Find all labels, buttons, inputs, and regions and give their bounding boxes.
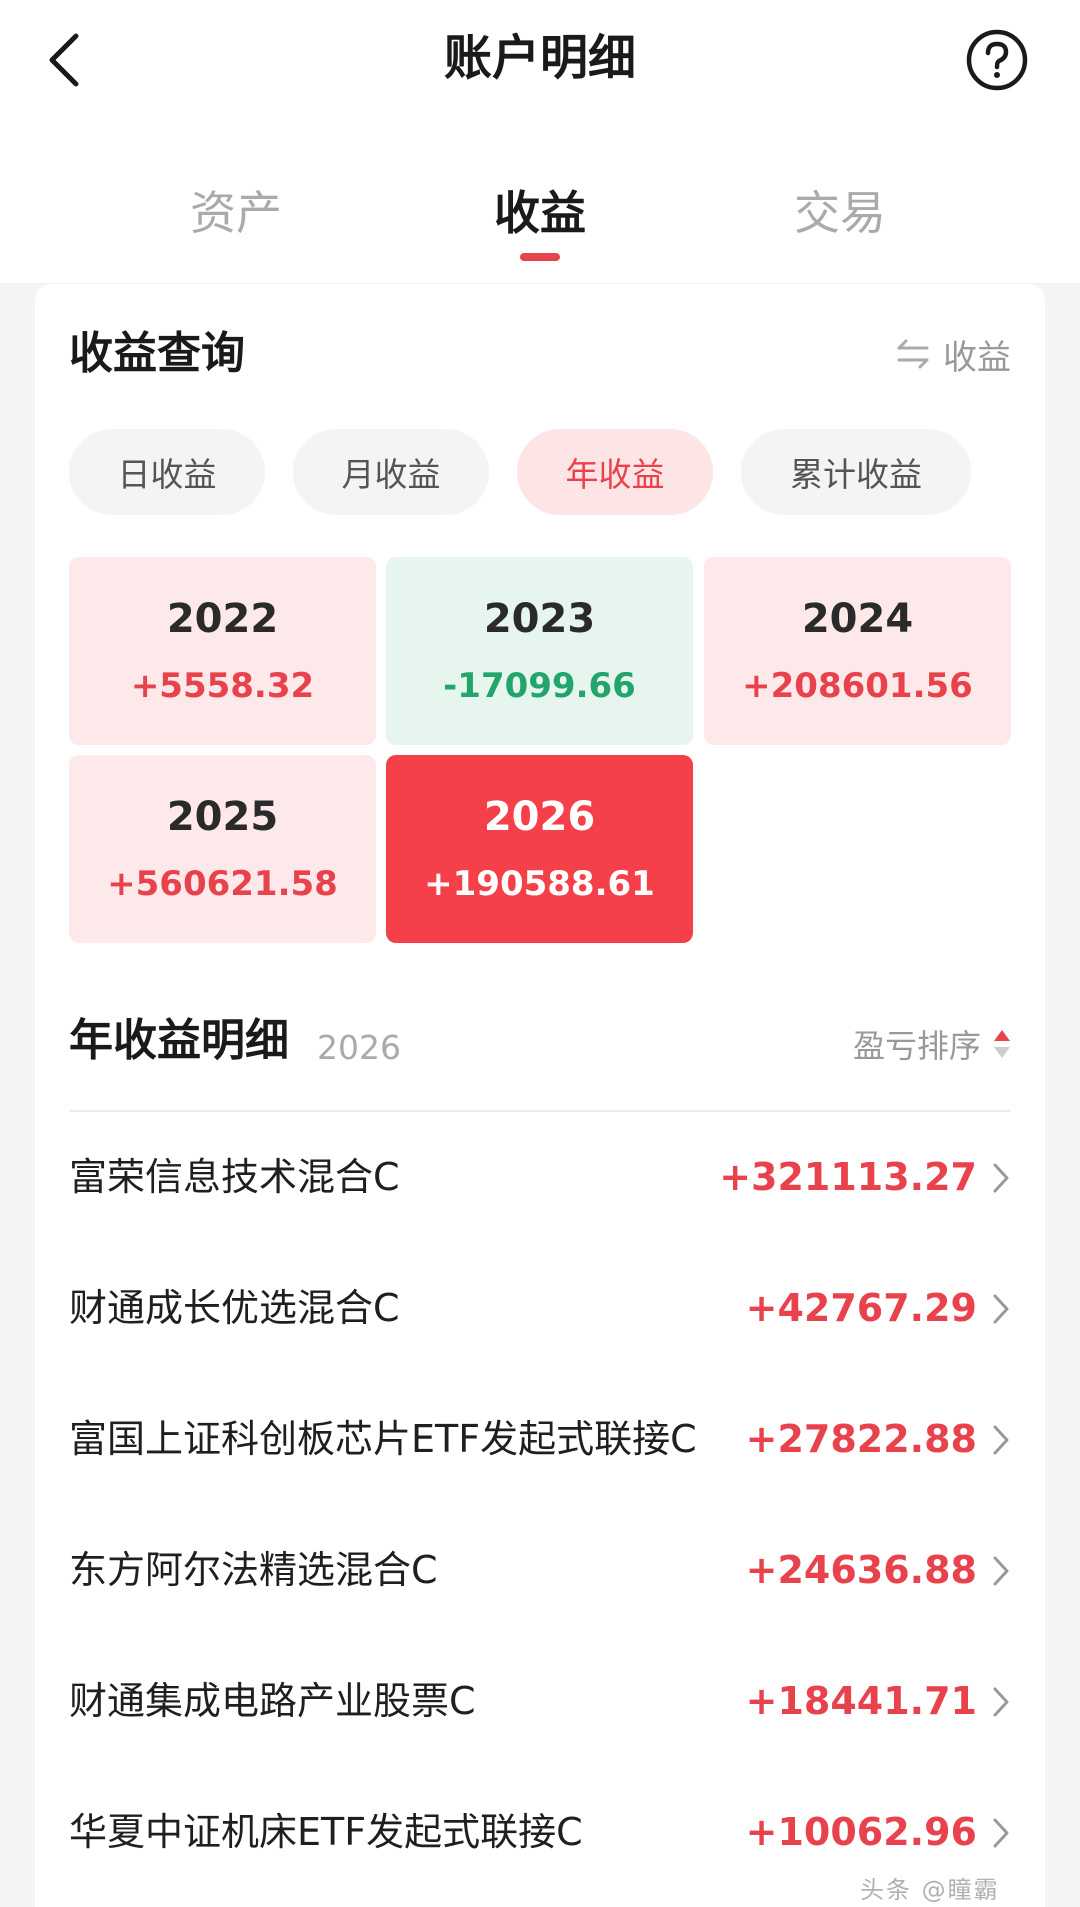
fund-name: 华夏中证机床ETF发起式联接C xyxy=(69,1810,583,1854)
fund-earnings: +42767.29 xyxy=(745,1286,977,1330)
year-cell-2022[interactable]: 2022 +5558.32 xyxy=(69,557,376,745)
fund-earnings: +24636.88 xyxy=(745,1548,977,1592)
question-circle-icon xyxy=(966,29,1028,91)
earnings-card: 收益查询 收益 日收益 月收益 年收益 累计收益 2022 +5558.32 2… xyxy=(35,284,1045,1907)
year-label: 2022 xyxy=(166,596,279,642)
chip-cumulative[interactable]: 累计收益 xyxy=(741,429,971,515)
detail-header: 年收益明细 2026 盈亏排序 xyxy=(69,1004,1011,1084)
fund-row[interactable]: 东方阿尔法精选混合C +24636.88 xyxy=(69,1505,1011,1636)
fund-earnings: +10062.96 xyxy=(745,1810,977,1854)
fund-name: 东方阿尔法精选混合C xyxy=(69,1548,438,1592)
year-cell-2023[interactable]: 2023 -17099.66 xyxy=(386,557,693,745)
year-value: +5558.32 xyxy=(130,666,315,706)
year-label: 2023 xyxy=(483,596,596,642)
nav-bar: 账户明细 xyxy=(0,0,1080,120)
page-title: 账户明细 xyxy=(443,30,636,86)
fund-row[interactable]: 富国上证科创板芯片ETF发起式联接C +27822.88 xyxy=(69,1374,1011,1505)
tab-assets[interactable]: 资产 xyxy=(136,183,336,243)
year-value: +190588.61 xyxy=(424,864,655,904)
chevron-right-icon xyxy=(993,1294,1009,1324)
fund-earnings: +321113.27 xyxy=(719,1155,977,1199)
year-value: +208601.56 xyxy=(742,666,973,706)
year-value: -17099.66 xyxy=(443,666,636,706)
detail-title: 年收益明细 xyxy=(69,1015,289,1066)
watermark: 头条 @瞳霸 xyxy=(860,1876,1000,1904)
year-cell-2026[interactable]: 2026 +190588.61 xyxy=(386,755,693,943)
year-cell-2024[interactable]: 2024 +208601.56 xyxy=(704,557,1011,745)
detail-year: 2026 xyxy=(317,1028,401,1067)
chip-yearly[interactable]: 年收益 xyxy=(517,429,713,515)
sort-label: 盈亏排序 xyxy=(852,1027,981,1065)
fund-name: 富荣信息技术混合C xyxy=(69,1155,400,1199)
help-button[interactable] xyxy=(965,28,1029,92)
fund-name: 财通成长优选混合C xyxy=(69,1286,400,1330)
chevron-right-icon xyxy=(993,1818,1009,1848)
tab-trades[interactable]: 交易 xyxy=(740,183,940,243)
year-label: 2024 xyxy=(801,596,914,642)
period-chips: 日收益 月收益 年收益 累计收益 xyxy=(69,429,1029,515)
earnings-switch-button[interactable]: 收益 xyxy=(895,332,1011,378)
header-area: 账户明细 资产 收益 交易 xyxy=(0,0,1080,283)
chip-daily[interactable]: 日收益 xyxy=(69,429,265,515)
year-value: +560621.58 xyxy=(107,864,338,904)
chevron-right-icon xyxy=(993,1425,1009,1455)
fund-earnings: +27822.88 xyxy=(745,1417,977,1461)
section-title: 收益查询 xyxy=(69,328,245,379)
fund-name: 财通集成电路产业股票C xyxy=(69,1679,476,1723)
tab-bar: 资产 收益 交易 xyxy=(0,170,1080,283)
year-grid: 2022 +5558.32 2023 -17099.66 2024 +20860… xyxy=(69,557,1011,949)
year-label: 2026 xyxy=(483,794,596,840)
chip-monthly[interactable]: 月收益 xyxy=(293,429,489,515)
chevron-right-icon xyxy=(993,1687,1009,1717)
swap-arrows-icon xyxy=(897,339,929,369)
chevron-right-icon xyxy=(993,1556,1009,1586)
active-tab-indicator xyxy=(520,253,560,261)
year-cell-2025[interactable]: 2025 +560621.58 xyxy=(69,755,376,943)
switch-label: 收益 xyxy=(943,337,1011,378)
fund-row[interactable]: 富荣信息技术混合C +321113.27 xyxy=(69,1112,1011,1243)
fund-name: 富国上证科创板芯片ETF发起式联接C xyxy=(69,1417,697,1461)
fund-row[interactable]: 财通集成电路产业股票C +18441.71 xyxy=(69,1636,1011,1767)
chevron-right-icon xyxy=(993,1163,1009,1193)
sort-button[interactable]: 盈亏排序 xyxy=(853,1022,1011,1066)
tab-earnings[interactable]: 收益 xyxy=(440,183,640,243)
fund-row[interactable]: 财通成长优选混合C +42767.29 xyxy=(69,1243,1011,1374)
year-label: 2025 xyxy=(166,794,279,840)
fund-earnings: +18441.71 xyxy=(745,1679,977,1723)
sort-caret-icon xyxy=(994,1030,1010,1058)
